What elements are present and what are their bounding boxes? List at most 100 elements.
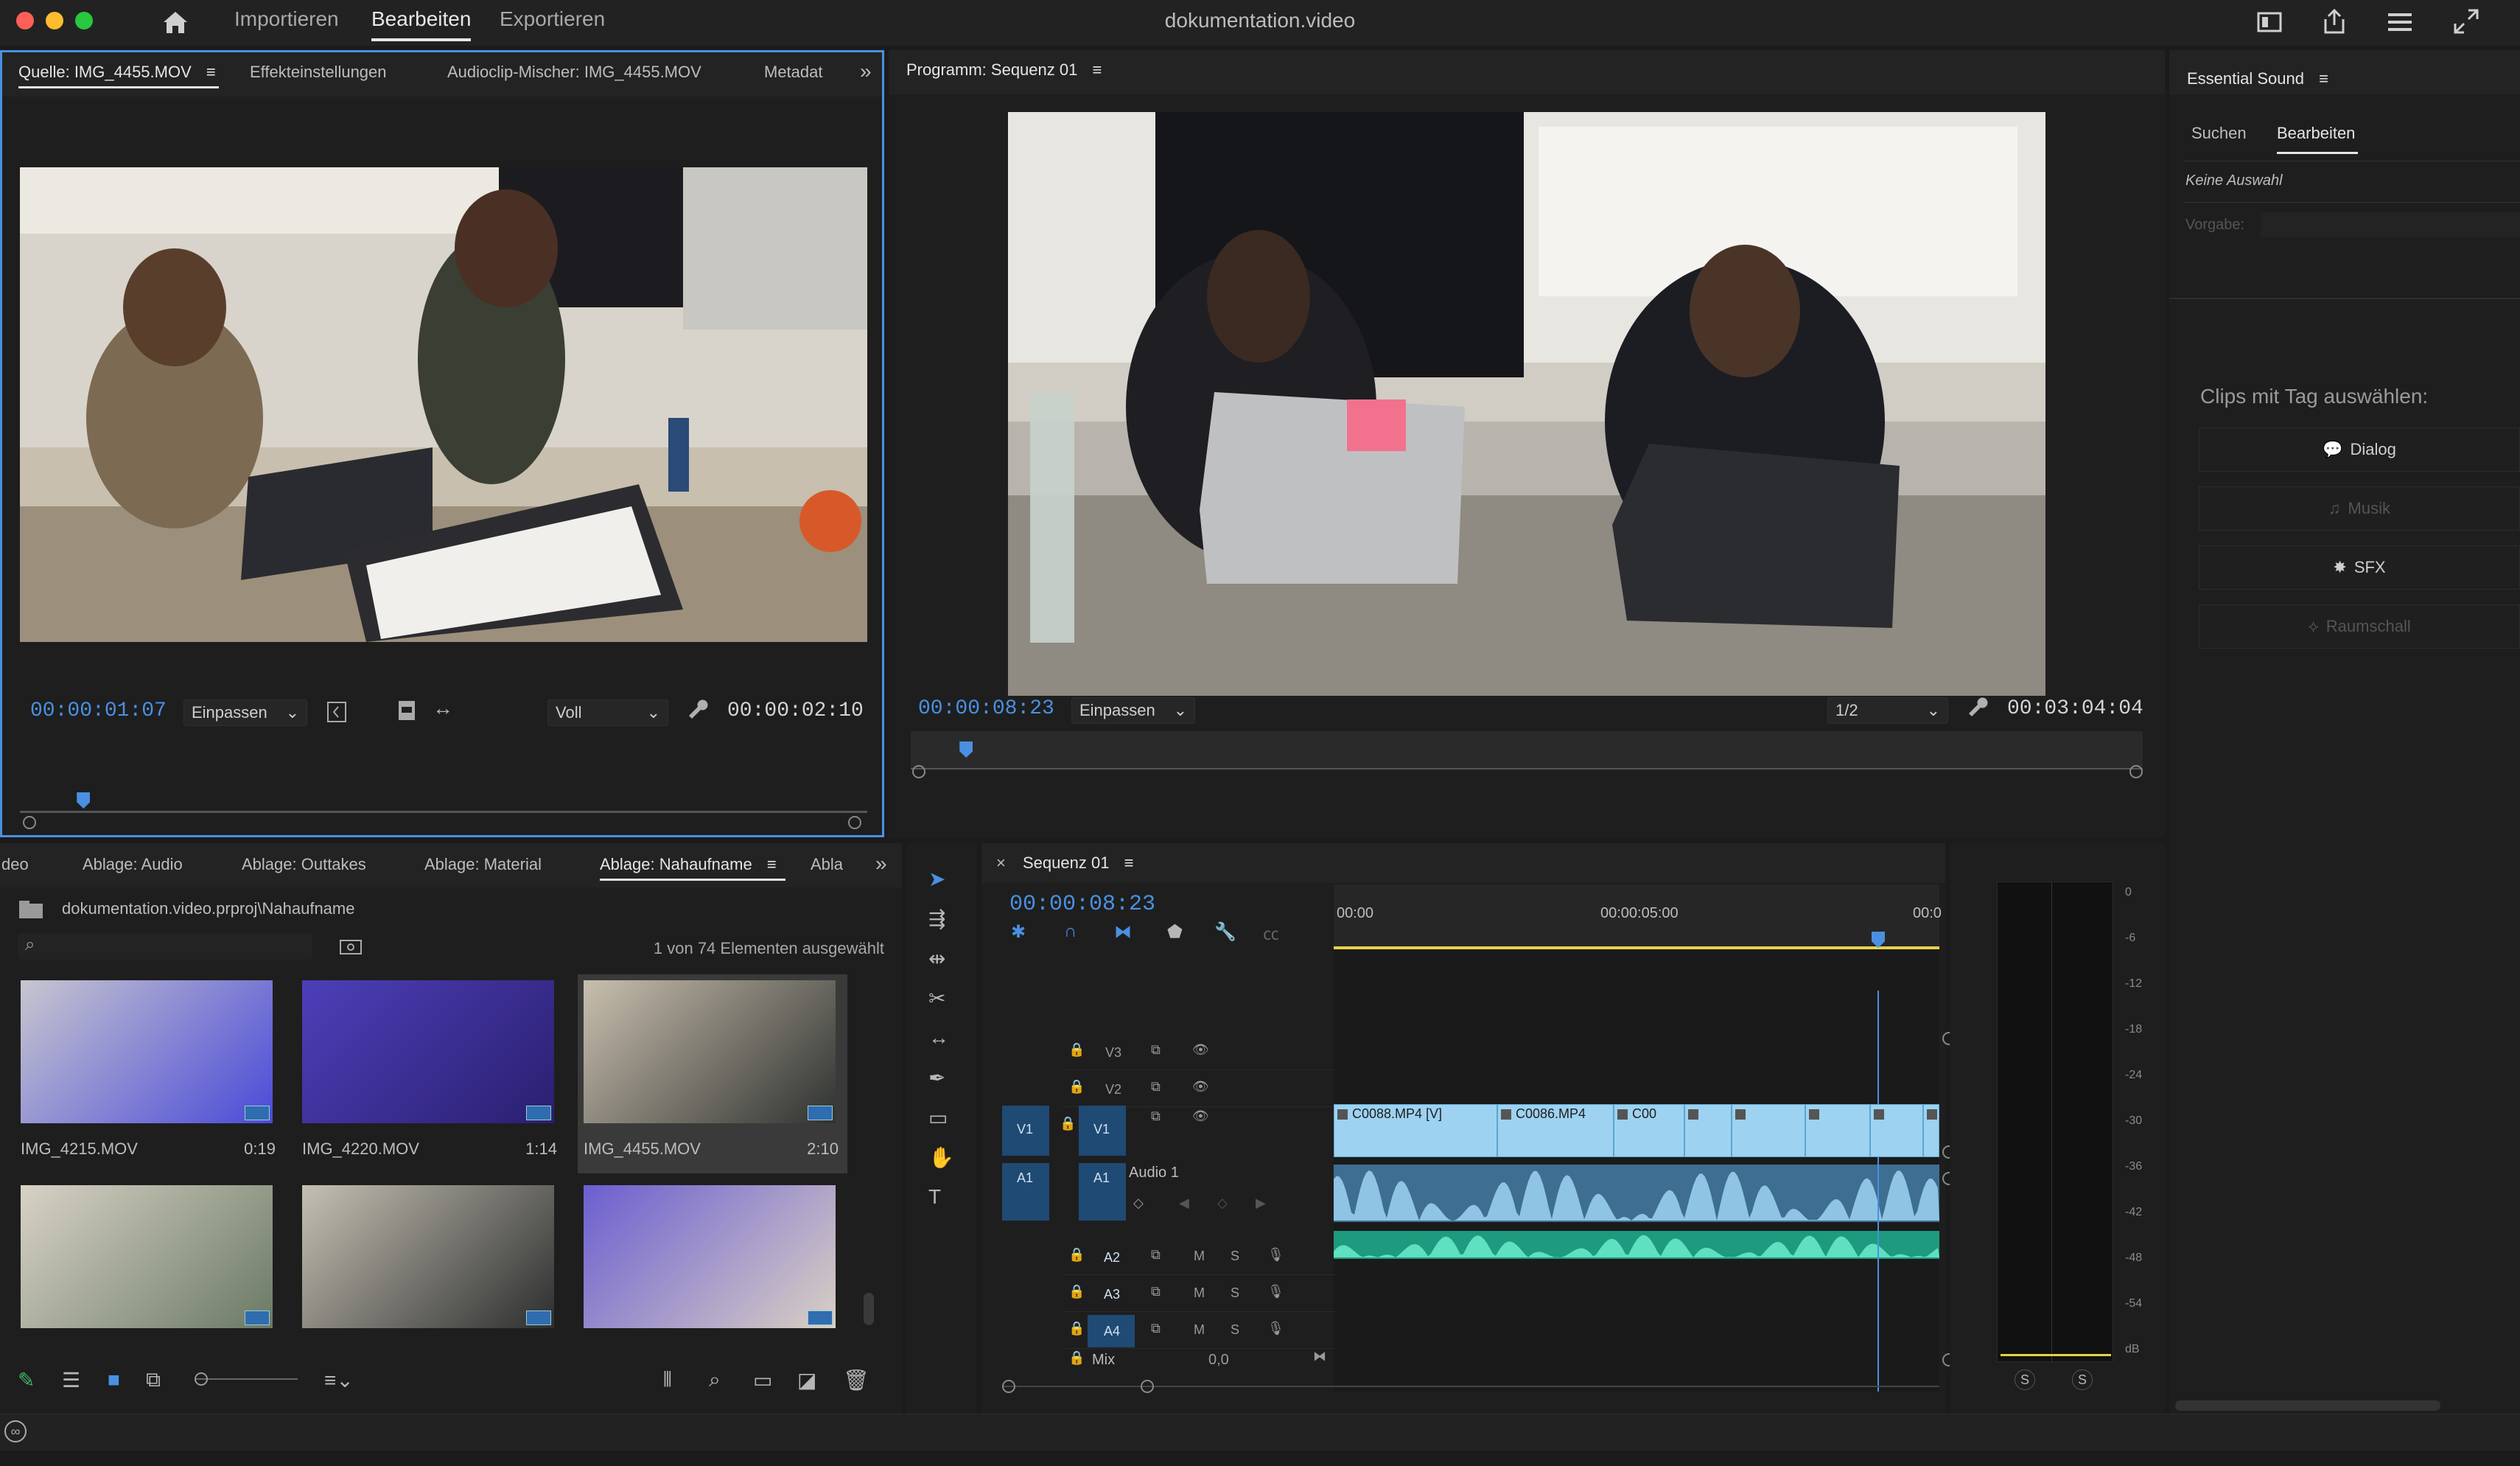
- dialog-button[interactable]: 💬 Dialog: [2199, 427, 2520, 472]
- snap-icon[interactable]: ∩: [1064, 921, 1077, 942]
- sort-icon[interactable]: ≡⌄: [324, 1368, 354, 1392]
- sync-lock-icon[interactable]: ⧉: [1151, 1109, 1161, 1124]
- track-target[interactable]: A3: [1088, 1278, 1135, 1310]
- sync-lock-icon[interactable]: ⧉: [1151, 1284, 1161, 1299]
- panel-menu-icon[interactable]: ≡: [1124, 854, 1134, 872]
- fullscreen-icon[interactable]: [2452, 7, 2480, 35]
- h-scroll-handle-right[interactable]: [1141, 1380, 1154, 1393]
- wrench-icon[interactable]: [687, 699, 710, 722]
- zoom-handle-left[interactable]: [23, 816, 36, 829]
- automate-sequence-icon[interactable]: ⫴: [663, 1368, 672, 1392]
- hand-tool-icon[interactable]: ✋: [928, 1145, 954, 1170]
- video-clip[interactable]: C0086.MP4: [1497, 1104, 1614, 1157]
- horizontal-scrollbar[interactable]: [2175, 1400, 2440, 1411]
- solo-right-button[interactable]: S: [2072, 1369, 2093, 1390]
- video-clip[interactable]: [1684, 1104, 1732, 1157]
- zoom-handle-left[interactable]: [912, 765, 925, 778]
- project-item[interactable]: [15, 1179, 284, 1328]
- zoom-handle-right[interactable]: [848, 816, 861, 829]
- source-patch-v1[interactable]: V1: [1002, 1106, 1049, 1156]
- track-target-a1[interactable]: A1: [1079, 1163, 1126, 1221]
- tab-source[interactable]: Quelle: IMG_4455.MOV ≡: [18, 63, 216, 82]
- type-tool-icon[interactable]: T: [928, 1185, 941, 1209]
- audio-drag-icon[interactable]: ↔: [433, 697, 453, 720]
- tab-effect-settings[interactable]: Effekteinstellungen: [250, 63, 387, 82]
- panel-menu-icon[interactable]: ≡: [1092, 60, 1102, 79]
- sync-lock-icon[interactable]: ⧉: [1151, 1247, 1161, 1263]
- vertical-scrollbar[interactable]: [864, 1293, 874, 1325]
- lock-icon[interactable]: 🔒: [1068, 1042, 1085, 1058]
- slip-tool-icon[interactable]: ↔: [928, 1026, 949, 1050]
- sync-lock-icon[interactable]: ⧉: [1151, 1042, 1161, 1058]
- track-target[interactable]: A2: [1088, 1241, 1135, 1274]
- new-item-icon[interactable]: ◪: [797, 1368, 816, 1392]
- nest-icon[interactable]: ✱: [1011, 921, 1026, 943]
- source-time-ruler[interactable]: [20, 789, 867, 811]
- microphone-icon[interactable]: 🎙: [1267, 1247, 1284, 1263]
- sfx-button[interactable]: ✸ SFX: [2199, 545, 2520, 590]
- program-title[interactable]: Programm: Sequenz 01 ≡: [906, 60, 1102, 80]
- video-clip[interactable]: C00: [1923, 1104, 1939, 1157]
- h-scroll-handle-left[interactable]: [1002, 1380, 1015, 1393]
- eye-icon[interactable]: 👁: [1192, 1109, 1209, 1124]
- tab-audio-mixer[interactable]: Audioclip-Mischer: IMG_4455.MOV: [447, 63, 701, 82]
- razor-tool-icon[interactable]: ✂: [928, 986, 945, 1011]
- mute-button[interactable]: M: [1194, 1285, 1205, 1301]
- ripple-edit-tool-icon[interactable]: ⇹: [928, 946, 945, 971]
- eye-icon[interactable]: 👁: [1192, 1079, 1209, 1095]
- source-quality-dropdown[interactable]: Voll ⌄: [547, 699, 668, 726]
- lock-icon[interactable]: 🔒: [1068, 1079, 1085, 1095]
- add-keyframe-icon[interactable]: ◇: [1217, 1196, 1228, 1211]
- track-target[interactable]: A4: [1088, 1315, 1135, 1347]
- icon-view-icon[interactable]: ■: [108, 1368, 120, 1392]
- pencil-icon[interactable]: ✎: [18, 1368, 35, 1392]
- zoom-handle-right[interactable]: [2129, 765, 2143, 778]
- settings-toggle-icon[interactable]: [326, 701, 347, 723]
- source-fit-dropdown[interactable]: Einpassen ⌄: [183, 699, 307, 726]
- tab-audio[interactable]: Ablage: Audio: [83, 855, 183, 874]
- source-zoom-bar[interactable]: [20, 811, 867, 813]
- wrench-icon[interactable]: [1967, 697, 1989, 719]
- source-patch-a1[interactable]: A1: [1002, 1163, 1049, 1221]
- lock-icon[interactable]: 🔒: [1068, 1247, 1085, 1263]
- solo-button[interactable]: S: [1231, 1285, 1239, 1301]
- video-clip[interactable]: [1805, 1104, 1870, 1157]
- menu-lines-icon[interactable]: [2386, 9, 2414, 35]
- keyframe-icon[interactable]: ◇: [1133, 1196, 1144, 1211]
- panel-menu-icon[interactable]: ≡: [206, 63, 216, 81]
- video-clip[interactable]: [1732, 1104, 1805, 1157]
- video-clip[interactable]: C00: [1614, 1104, 1684, 1157]
- solo-left-button[interactable]: S: [2015, 1369, 2035, 1390]
- timeline-ruler[interactable]: 00:00 00:00:05:00 00:0: [1334, 884, 1942, 949]
- project-item[interactable]: [578, 1179, 847, 1328]
- rectangle-tool-icon[interactable]: ▭: [928, 1106, 948, 1130]
- video-clip[interactable]: [1870, 1104, 1923, 1157]
- tab-nahaufname[interactable]: Ablage: Nahaufname ≡: [600, 855, 777, 874]
- lock-icon[interactable]: 🔒: [1068, 1350, 1085, 1366]
- sequence-tab[interactable]: Sequenz 01 ≡: [1023, 854, 1133, 873]
- sync-lock-icon[interactable]: ⧉: [1151, 1079, 1161, 1095]
- project-item[interactable]: IMG_4215.MOV 0:19: [15, 974, 284, 1173]
- list-view-icon[interactable]: ☰: [62, 1368, 80, 1392]
- source-timecode[interactable]: 00:00:01:07: [30, 699, 167, 722]
- new-bin-icon[interactable]: ▭: [753, 1368, 772, 1392]
- program-zoom-bar[interactable]: [911, 768, 2143, 769]
- essential-title[interactable]: Essential Sound ≡: [2187, 69, 2328, 88]
- captions-icon[interactable]: ㏄: [1263, 921, 1279, 945]
- lock-icon[interactable]: 🔒: [1060, 1116, 1076, 1131]
- mute-button[interactable]: M: [1194, 1322, 1205, 1338]
- video-clip[interactable]: C0088.MP4 [V]: [1334, 1104, 1497, 1157]
- track-target-v1[interactable]: V1: [1079, 1106, 1126, 1156]
- add-marker-icon[interactable]: ⬟: [1167, 921, 1183, 943]
- find-icon[interactable]: ⌕: [709, 1368, 721, 1392]
- mute-button[interactable]: M: [1194, 1249, 1205, 1264]
- project-item[interactable]: [296, 1179, 566, 1328]
- mix-end-icon[interactable]: ⧓: [1313, 1349, 1326, 1364]
- program-fit-dropdown[interactable]: Einpassen ⌄: [1071, 697, 1195, 724]
- linked-selection-icon[interactable]: ⧓: [1114, 921, 1132, 943]
- eye-icon[interactable]: 👁: [1192, 1042, 1209, 1058]
- tab-material[interactable]: Ablage: Material: [424, 855, 542, 874]
- creative-cloud-icon[interactable]: ∞: [4, 1420, 27, 1442]
- close-sequence-icon[interactable]: ×: [996, 854, 1006, 873]
- trash-icon[interactable]: 🗑: [843, 1368, 869, 1392]
